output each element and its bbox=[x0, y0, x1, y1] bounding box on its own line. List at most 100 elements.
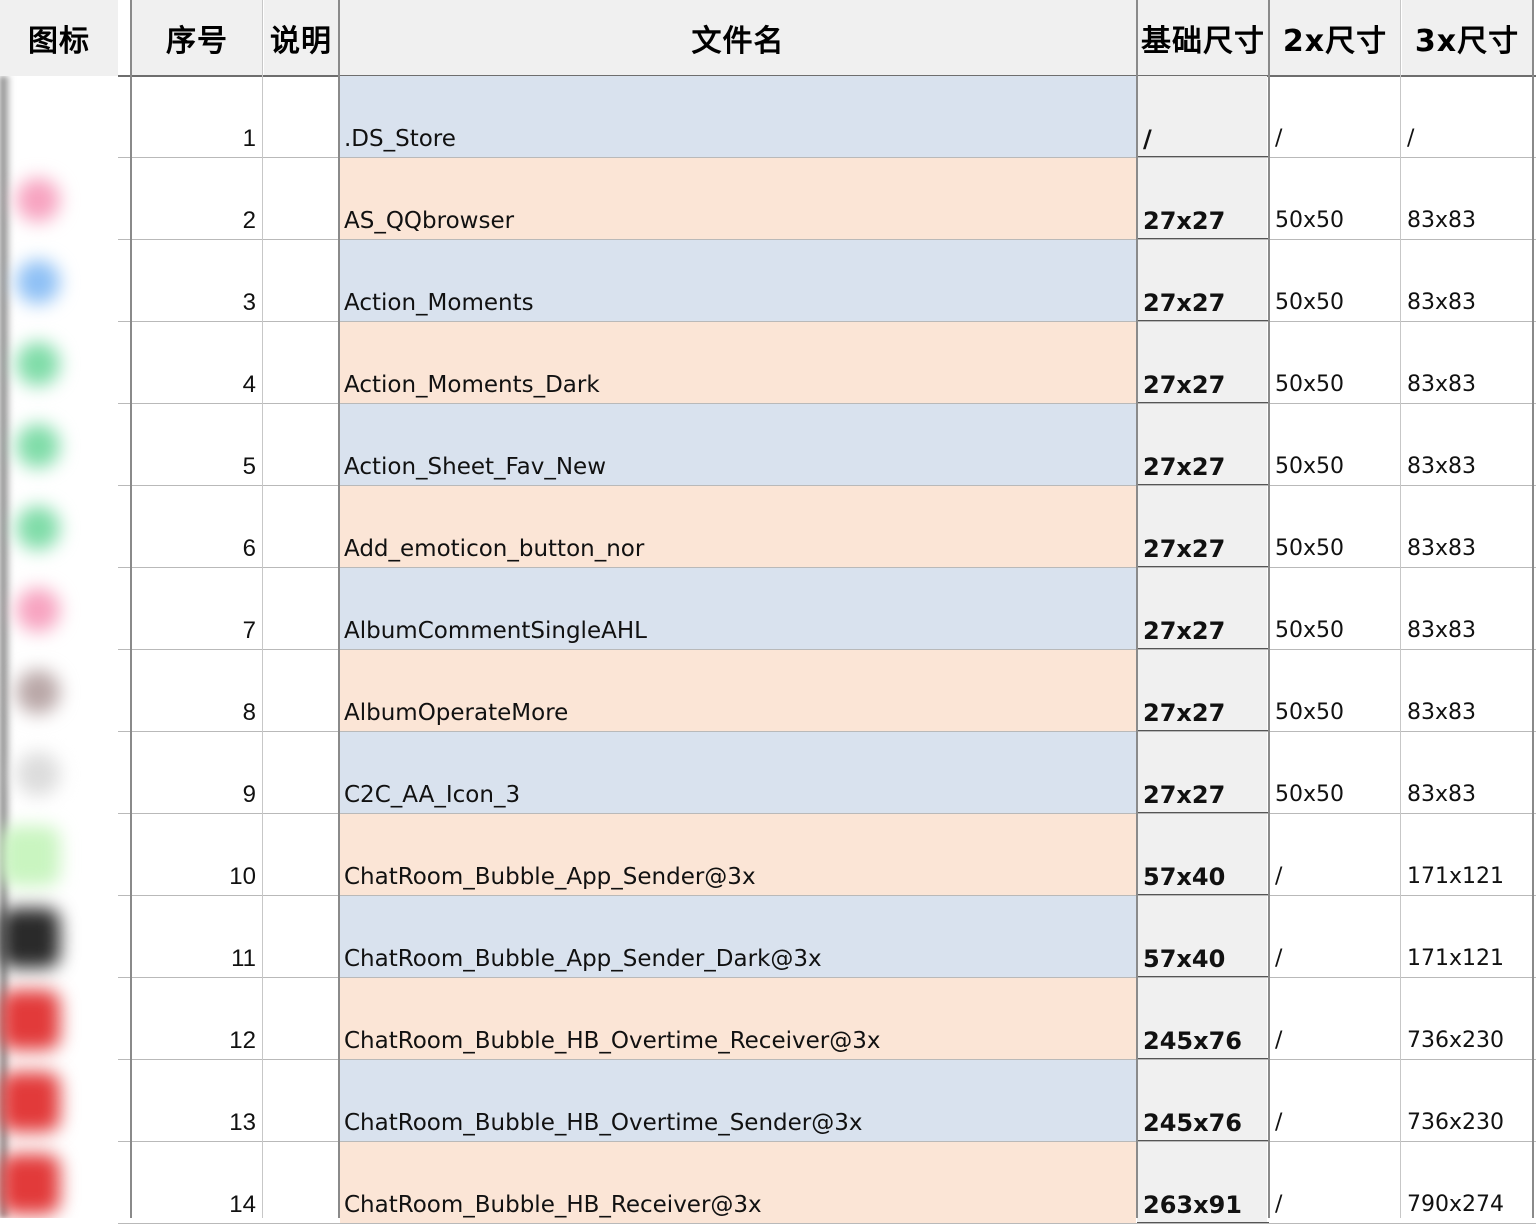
row-description-cell[interactable] bbox=[264, 896, 338, 978]
row-filename-cell[interactable]: Action_Sheet_Fav_New bbox=[340, 404, 1136, 486]
row-filename-cell[interactable]: ChatRoom_Bubble_App_Sender@3x bbox=[340, 814, 1136, 896]
table-row[interactable]: 12 ChatRoom_Bubble_HB_Overtime_Receiver@3… bbox=[118, 978, 1536, 1060]
row-2x-size-cell[interactable]: 50x50 bbox=[1269, 486, 1399, 568]
row-number-cell[interactable]: 12 bbox=[132, 978, 262, 1060]
header-icon[interactable]: 图标 bbox=[0, 0, 118, 76]
row-3x-size-cell[interactable]: 171x121 bbox=[1401, 814, 1533, 896]
header-description[interactable]: 说明 bbox=[264, 0, 338, 76]
row-number-cell[interactable]: 10 bbox=[132, 814, 262, 896]
row-description-cell[interactable] bbox=[264, 1060, 338, 1142]
row-base-size-cell[interactable]: 27x27 bbox=[1137, 322, 1267, 404]
row-2x-size-cell[interactable]: / bbox=[1269, 1142, 1399, 1224]
row-filename-cell[interactable]: AS_QQbrowser bbox=[340, 158, 1136, 240]
row-number-cell[interactable]: 11 bbox=[132, 896, 262, 978]
table-row[interactable]: 10 ChatRoom_Bubble_App_Sender@3x 57x40/171… bbox=[118, 814, 1536, 896]
row-base-size-cell[interactable]: 27x27 bbox=[1137, 650, 1267, 732]
row-base-size-cell[interactable]: 27x27 bbox=[1137, 568, 1267, 650]
row-2x-size-cell[interactable]: 50x50 bbox=[1269, 732, 1399, 814]
row-number-cell[interactable]: 6 bbox=[132, 486, 262, 568]
row-base-size-cell[interactable]: 245x76 bbox=[1137, 1060, 1267, 1142]
row-filename-cell[interactable]: Action_Moments_Dark bbox=[340, 322, 1136, 404]
row-2x-size-cell[interactable]: / bbox=[1269, 1060, 1399, 1142]
table-row[interactable]: 14 ChatRoom_Bubble_HB_Receiver@3x 263x91/7… bbox=[118, 1142, 1536, 1224]
table-row[interactable]: 8 AlbumOperateMore 27x27 50x50 83x83 bbox=[118, 650, 1536, 732]
row-description-cell[interactable] bbox=[264, 732, 338, 814]
row-number-cell[interactable]: 8 bbox=[132, 650, 262, 732]
row-2x-size-cell[interactable]: 50x50 bbox=[1269, 568, 1399, 650]
row-3x-size-cell[interactable]: 736x230 bbox=[1401, 978, 1533, 1060]
row-base-size-cell[interactable]: 27x27 bbox=[1137, 240, 1267, 322]
row-filename-cell[interactable]: ChatRoom_Bubble_App_Sender_Dark@3x bbox=[340, 896, 1136, 978]
row-base-size-cell[interactable]: / bbox=[1137, 76, 1267, 158]
row-3x-size-cell[interactable]: 83x83 bbox=[1401, 404, 1533, 486]
row-3x-size-cell[interactable]: 83x83 bbox=[1401, 732, 1533, 814]
row-filename-cell[interactable]: .DS_Store bbox=[340, 76, 1136, 158]
row-filename-cell[interactable]: Add_emoticon_button_nor bbox=[340, 486, 1136, 568]
table-row[interactable]: 3 Action_Moments 27x27 50x50 83x83 bbox=[118, 240, 1536, 322]
table-row[interactable]: 6 Add_emoticon_button_nor 27x27 50x50 83x83 bbox=[118, 486, 1536, 568]
row-2x-size-cell[interactable]: / bbox=[1269, 76, 1399, 158]
row-base-size-cell[interactable]: 57x40 bbox=[1137, 814, 1267, 896]
row-2x-size-cell[interactable]: / bbox=[1269, 814, 1399, 896]
row-base-size-cell[interactable]: 27x27 bbox=[1137, 404, 1267, 486]
row-base-size-cell[interactable]: 27x27 bbox=[1137, 486, 1267, 568]
row-filename-cell[interactable]: AlbumCommentSingleAHL bbox=[340, 568, 1136, 650]
row-2x-size-cell[interactable]: / bbox=[1269, 896, 1399, 978]
row-number-cell[interactable]: 7 bbox=[132, 568, 262, 650]
row-3x-size-cell[interactable]: 83x83 bbox=[1401, 322, 1533, 404]
row-filename-cell[interactable]: ChatRoom_Bubble_HB_Receiver@3x bbox=[340, 1142, 1136, 1224]
header-base-size[interactable]: 基础尺寸 bbox=[1138, 0, 1268, 76]
row-3x-size-cell[interactable]: 83x83 bbox=[1401, 650, 1533, 732]
row-base-size-cell[interactable]: 263x91 bbox=[1137, 1142, 1267, 1224]
row-description-cell[interactable] bbox=[264, 814, 338, 896]
row-3x-size-cell[interactable]: 83x83 bbox=[1401, 568, 1533, 650]
row-description-cell[interactable] bbox=[264, 322, 338, 404]
row-description-cell[interactable] bbox=[264, 978, 338, 1060]
row-2x-size-cell[interactable]: 50x50 bbox=[1269, 650, 1399, 732]
row-filename-cell[interactable]: ChatRoom_Bubble_HB_Overtime_Sender@3x bbox=[340, 1060, 1136, 1142]
row-description-cell[interactable] bbox=[264, 486, 338, 568]
row-number-cell[interactable]: 13 bbox=[132, 1060, 262, 1142]
row-description-cell[interactable] bbox=[264, 1142, 338, 1224]
row-base-size-cell[interactable]: 27x27 bbox=[1137, 732, 1267, 814]
row-2x-size-cell[interactable]: 50x50 bbox=[1269, 322, 1399, 404]
row-description-cell[interactable] bbox=[264, 76, 338, 158]
row-filename-cell[interactable]: ChatRoom_Bubble_HB_Overtime_Receiver@3x bbox=[340, 978, 1136, 1060]
header-3x-size[interactable]: 3x尺寸 bbox=[1402, 0, 1532, 76]
row-base-size-cell[interactable]: 245x76 bbox=[1137, 978, 1267, 1060]
table-row[interactable]: 9 C2C_AA_Icon_3 27x27 50x50 83x83 bbox=[118, 732, 1536, 814]
row-description-cell[interactable] bbox=[264, 404, 338, 486]
row-number-cell[interactable]: 4 bbox=[132, 322, 262, 404]
row-number-cell[interactable]: 2 bbox=[132, 158, 262, 240]
header-number[interactable]: 序号 bbox=[132, 0, 262, 76]
table-row[interactable]: 2 AS_QQbrowser 27x27 50x50 83x83 bbox=[118, 158, 1536, 240]
row-3x-size-cell[interactable]: / bbox=[1401, 76, 1533, 158]
table-row[interactable]: 1 .DS_Store / / / bbox=[118, 76, 1536, 158]
row-3x-size-cell[interactable]: 171x121 bbox=[1401, 896, 1533, 978]
row-filename-cell[interactable]: Action_Moments bbox=[340, 240, 1136, 322]
row-filename-cell[interactable]: C2C_AA_Icon_3 bbox=[340, 732, 1136, 814]
table-row[interactable]: 5 Action_Sheet_Fav_New 27x27 50x50 83x83 bbox=[118, 404, 1536, 486]
row-number-cell[interactable]: 3 bbox=[132, 240, 262, 322]
row-description-cell[interactable] bbox=[264, 650, 338, 732]
row-description-cell[interactable] bbox=[264, 240, 338, 322]
table-row[interactable]: 4 Action_Moments_Dark 27x27 50x50 83x83 bbox=[118, 322, 1536, 404]
row-3x-size-cell[interactable]: 83x83 bbox=[1401, 240, 1533, 322]
row-base-size-cell[interactable]: 57x40 bbox=[1137, 896, 1267, 978]
row-number-cell[interactable]: 14 bbox=[132, 1142, 262, 1224]
row-description-cell[interactable] bbox=[264, 158, 338, 240]
row-number-cell[interactable]: 1 bbox=[132, 76, 262, 158]
row-3x-size-cell[interactable]: 83x83 bbox=[1401, 486, 1533, 568]
row-base-size-cell[interactable]: 27x27 bbox=[1137, 158, 1267, 240]
row-description-cell[interactable] bbox=[264, 568, 338, 650]
header-2x-size[interactable]: 2x尺寸 bbox=[1270, 0, 1400, 76]
row-3x-size-cell[interactable]: 736x230 bbox=[1401, 1060, 1533, 1142]
row-3x-size-cell[interactable]: 790x274 bbox=[1401, 1142, 1533, 1224]
table-row[interactable]: 11 ChatRoom_Bubble_App_Sender_Dark@3x 57x4… bbox=[118, 896, 1536, 978]
row-2x-size-cell[interactable]: 50x50 bbox=[1269, 404, 1399, 486]
row-2x-size-cell[interactable]: 50x50 bbox=[1269, 240, 1399, 322]
row-3x-size-cell[interactable]: 83x83 bbox=[1401, 158, 1533, 240]
row-2x-size-cell[interactable]: 50x50 bbox=[1269, 158, 1399, 240]
row-2x-size-cell[interactable]: / bbox=[1269, 978, 1399, 1060]
header-filename[interactable]: 文件名 bbox=[340, 0, 1136, 76]
